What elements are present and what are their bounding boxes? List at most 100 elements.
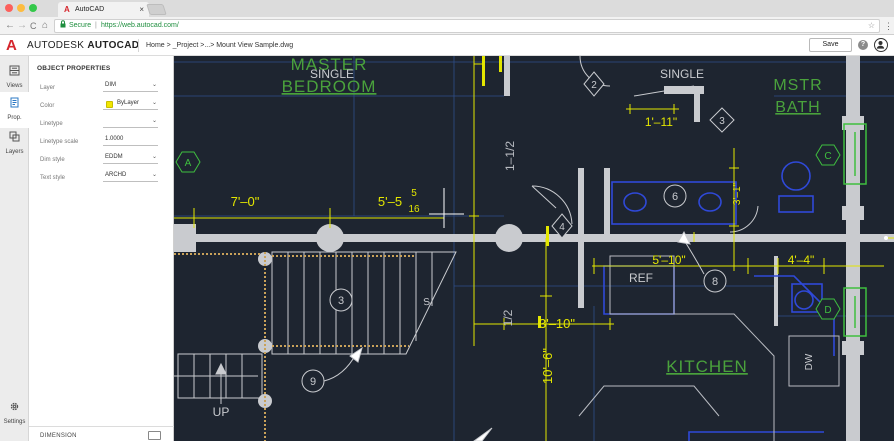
callout-2: 2 xyxy=(591,80,597,91)
floor-plan-drawing[interactable]: UP S A C D 7'–0" 5'–5 5 16 1'–11" 3'–1" … xyxy=(174,56,894,441)
url-input[interactable]: Secure | https://web.autocad.com/ ☆ xyxy=(54,19,880,33)
sidebar-item-properties[interactable]: Prop. xyxy=(0,92,29,128)
app-header: A AUTODESK AUTOCAD Home > _Project >...>… xyxy=(0,35,894,56)
window-close-icon[interactable] xyxy=(5,4,13,12)
chevron-down-icon: ⌄ xyxy=(151,100,157,106)
dimension-section-header[interactable]: DIMENSION xyxy=(29,426,174,441)
window-minimize-icon[interactable] xyxy=(17,4,25,12)
sidebar-item-settings[interactable]: Settings xyxy=(0,396,29,432)
column-a xyxy=(316,224,344,252)
dim-3-1: 3'–1" xyxy=(732,182,743,205)
autocad-tab-icon: A xyxy=(64,5,70,14)
wall-closet-return xyxy=(694,92,700,122)
home-icon[interactable]: ⌂ xyxy=(42,20,48,32)
secure-label: Secure xyxy=(69,22,92,29)
dim-3-10: 3'–10" xyxy=(539,316,575,331)
wall-vertical-bath xyxy=(604,168,610,234)
wall-column-low xyxy=(842,341,864,355)
color-value: ByLayer xyxy=(117,100,140,106)
user-avatar-icon[interactable] xyxy=(874,38,888,52)
callout-8: 8 xyxy=(712,276,718,288)
product-name: AUTODESK AUTOCAD xyxy=(27,40,139,52)
wall-end-left xyxy=(174,224,196,252)
text-style-select[interactable]: ARCHD ⌄ xyxy=(103,170,158,182)
prop-label-text-style: Text style xyxy=(40,175,66,181)
dim-4-4: 4'–4" xyxy=(788,253,815,267)
s-mark: S xyxy=(423,297,431,309)
drawing-canvas[interactable]: UP S A C D 7'–0" 5'–5 5 16 1'–11" 3'–1" … xyxy=(174,56,894,441)
sidebar-item-label: Views xyxy=(6,83,23,89)
views-icon xyxy=(9,65,20,76)
autocad-logo-icon: A xyxy=(6,37,17,54)
browser-tab[interactable]: A AutoCAD × xyxy=(58,2,149,17)
layers-icon xyxy=(9,131,20,142)
dim-frac-bottom: 16 xyxy=(408,204,420,215)
text-style-value: ARCHD xyxy=(105,172,127,178)
chevron-down-icon: ⌄ xyxy=(151,82,157,88)
dim-style-select[interactable]: EDDM ⌄ xyxy=(103,152,158,164)
new-tab-button[interactable] xyxy=(146,4,167,15)
help-icon[interactable]: ? xyxy=(858,40,868,50)
wall-stub-top xyxy=(504,56,510,96)
prop-label-linetype: Linetype xyxy=(40,121,63,127)
prop-label-layer: Layer xyxy=(40,85,56,91)
room-label-bedroom: BEDROOM xyxy=(282,77,377,96)
breadcrumb[interactable]: Home > _Project >...> Mount View Sample.… xyxy=(146,41,293,50)
save-button[interactable]: Save xyxy=(809,38,852,52)
url-separator: | xyxy=(95,22,97,29)
sidebar-item-views[interactable]: Views xyxy=(0,60,29,96)
wall-vertical-right xyxy=(846,56,860,441)
panel-title: OBJECT PROPERTIES xyxy=(37,65,111,72)
linetype-scale-value: 1.0000 xyxy=(105,136,124,142)
room-label-mstr: MSTR xyxy=(773,77,822,94)
section-toggle-icon[interactable] xyxy=(148,431,161,440)
linetype-scale-input[interactable]: 1.0000 xyxy=(103,134,158,146)
layer-value: DIM xyxy=(105,82,116,88)
left-tool-strip: Views Prop. Layers Settings xyxy=(0,56,29,441)
tab-close-icon[interactable]: × xyxy=(139,5,144,14)
browser-menu-icon[interactable]: ⋮ xyxy=(884,20,893,32)
callout-9: 9 xyxy=(310,376,316,388)
room-label-ref: REF xyxy=(629,271,653,285)
lock-icon xyxy=(60,20,66,33)
callout-6: 6 xyxy=(672,191,678,203)
room-label-single-right: SINGLE xyxy=(660,67,704,81)
browser-address-bar: ← → C ⌂ Secure | https://web.autocad.com… xyxy=(0,17,894,35)
prop-label-color: Color xyxy=(40,103,55,109)
plumbing-fixtures xyxy=(603,161,835,441)
tab-title: AutoCAD xyxy=(75,6,105,13)
brand-autocad: AUTOCAD xyxy=(87,40,140,51)
callout-3-stair: 3 xyxy=(338,295,344,307)
forward-arrow-icon[interactable]: → xyxy=(17,20,27,32)
sidebar-item-label: Prop. xyxy=(7,115,22,121)
brand-autodesk: AUTODESK xyxy=(27,40,85,51)
chevron-down-icon: ⌄ xyxy=(151,172,157,178)
wall-vertical-mid xyxy=(578,168,584,308)
dimension-section-label: DIMENSION xyxy=(40,433,77,439)
chevron-down-icon: ⌄ xyxy=(151,154,157,160)
linetype-select[interactable]: ⌄ xyxy=(103,116,158,128)
grid-tag-c: C xyxy=(824,151,831,162)
dim-10-6: 10'–6" xyxy=(540,348,555,384)
callout-3-bath: 3 xyxy=(719,116,725,127)
leader-arrows xyxy=(323,230,705,441)
room-label-kitchen: KITCHEN xyxy=(666,357,748,376)
callout-4: 4 xyxy=(559,222,565,233)
window-zoom-icon[interactable] xyxy=(29,4,37,12)
wall-column-mid xyxy=(842,206,864,220)
color-select[interactable]: ByLayer ⌄ xyxy=(103,98,158,110)
sidebar-item-layers[interactable]: Layers xyxy=(0,126,29,162)
gear-icon xyxy=(10,402,19,411)
back-arrow-icon[interactable]: ← xyxy=(5,20,15,32)
chevron-down-icon: ⌄ xyxy=(151,118,157,124)
dim-1-11: 1'–11" xyxy=(645,115,677,129)
dim-1-2: 1/2 xyxy=(501,309,515,326)
object-properties-panel: OBJECT PROPERTIES Layer DIM ⌄ Color ByLa… xyxy=(29,56,174,441)
wall-column-top xyxy=(842,116,864,130)
grip-point[interactable] xyxy=(884,236,888,240)
dim-style-value: EDDM xyxy=(105,154,123,160)
reload-icon[interactable]: C xyxy=(30,20,37,32)
room-label-bath: BATH xyxy=(775,99,820,116)
layer-select[interactable]: DIM ⌄ xyxy=(103,80,158,92)
bookmark-star-icon[interactable]: ☆ xyxy=(868,20,875,32)
